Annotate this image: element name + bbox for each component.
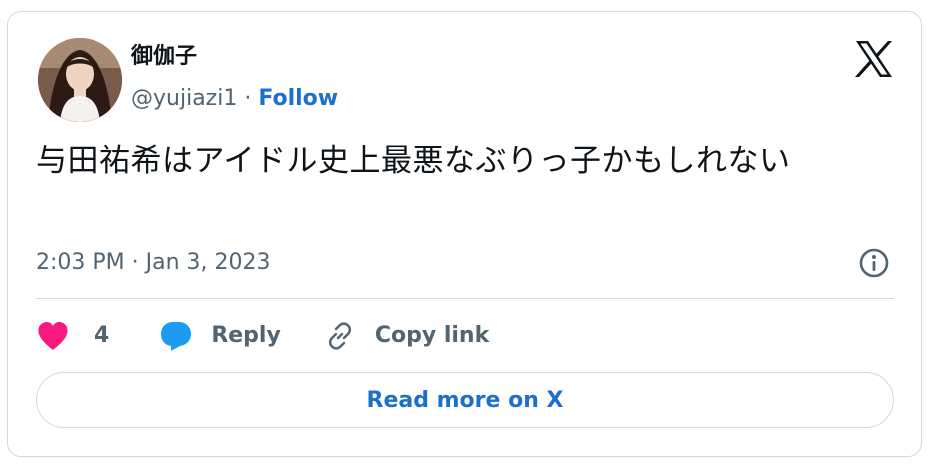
handle-separator: · [237,86,259,111]
link-icon [328,322,351,350]
reply-label: Reply [211,323,281,348]
x-logo-icon[interactable] [854,40,894,78]
copy-link-button[interactable]: Copy link [323,319,489,353]
user-handle[interactable]: @yujiazi1 [131,86,237,111]
follow-link[interactable]: Follow [258,86,338,111]
display-name[interactable]: 御伽子 [131,42,197,72]
handle-row: @yujiazi1 · Follow [131,84,338,114]
avatar-image [38,38,122,122]
heart-icon [38,322,68,350]
speech-bubble-icon [161,322,192,351]
copy-link-label: Copy link [374,323,490,348]
action-bar: 4 Reply Copy link [36,316,489,356]
read-more-button[interactable]: Read more on X [36,372,894,428]
avatar[interactable] [38,38,122,122]
reply-button[interactable]: Reply [159,319,281,353]
like-count: 4 [94,323,110,348]
tweet-text: 与田祐希はアイドル史上最悪なぶりっ子かもしれない [36,143,791,179]
tweet-timestamp[interactable]: 2:03 PM · Jan 3, 2023 [36,248,271,278]
divider [36,298,894,299]
info-icon[interactable] [858,247,890,279]
like-button[interactable]: 4 [36,320,109,352]
tweet-embed-card: 御伽子 @yujiazi1 · Follow 与田祐希はアイドル史上最悪なぶりっ… [7,11,922,457]
